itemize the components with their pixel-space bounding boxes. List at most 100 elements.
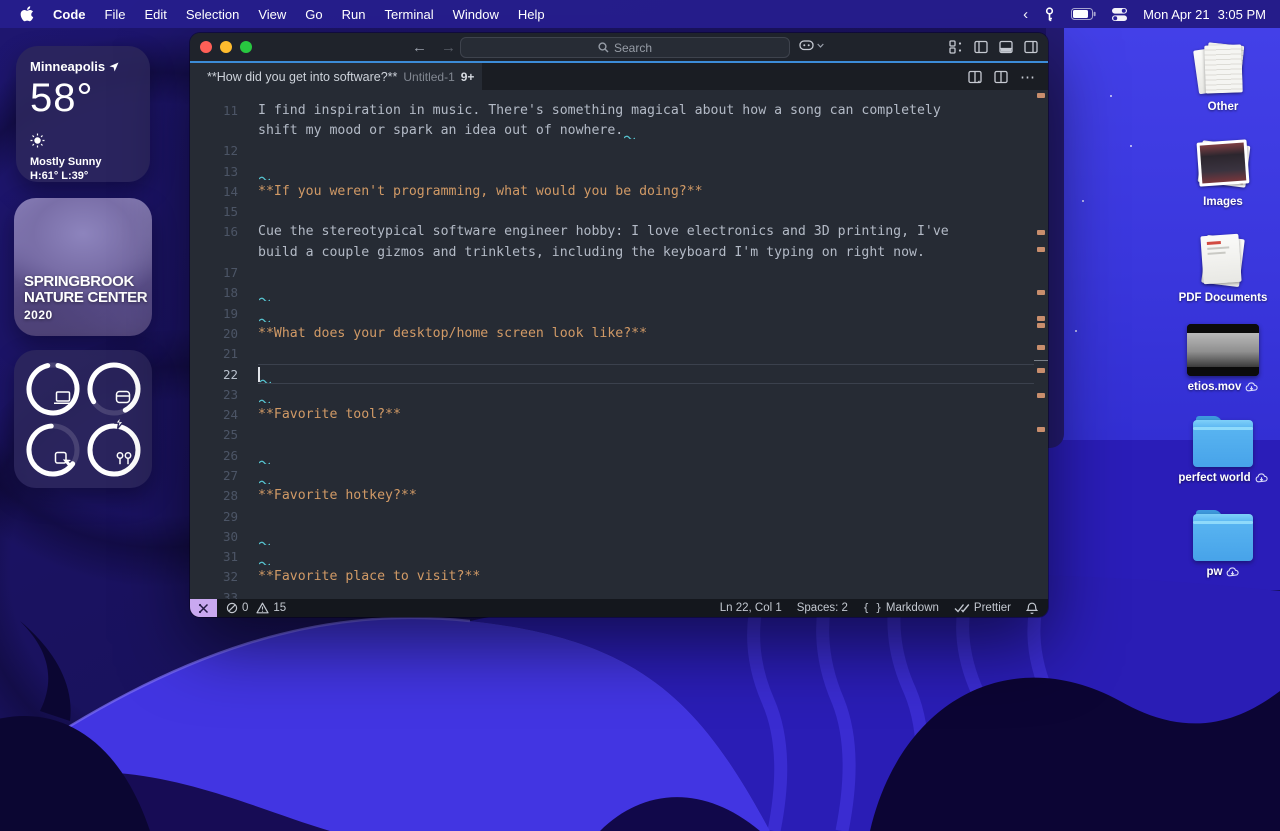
menu-bar: Code File Edit Selection View Go Run Ter… [0, 0, 1280, 28]
overview-ruler[interactable] [1034, 90, 1048, 599]
apple-menu-icon[interactable] [20, 6, 34, 22]
sun-icon [30, 133, 136, 153]
menu-run[interactable]: Run [342, 7, 366, 22]
customize-layout-icon[interactable] [949, 40, 963, 54]
menu-go[interactable]: Go [305, 7, 322, 22]
editor-row[interactable]: 13 [190, 161, 1034, 181]
copilot-button[interactable] [798, 38, 824, 53]
editor-row[interactable]: 25 [190, 425, 1034, 445]
desktop-folder-pw[interactable]: pw [1168, 514, 1278, 578]
problems-status[interactable]: 0 15 [226, 602, 286, 614]
menu-view[interactable]: View [258, 7, 286, 22]
editor-row[interactable]: shift my mood or spark an idea out of no… [190, 120, 1034, 140]
video-thumbnail-icon [1187, 324, 1259, 376]
tab-untitled-1[interactable]: **How did you get into software?** Untit… [190, 63, 482, 90]
editor-row[interactable]: 20**What does your desktop/home screen l… [190, 323, 1034, 343]
editor-row[interactable]: 15 [190, 201, 1034, 221]
editor-row[interactable]: 27 [190, 465, 1034, 485]
editor-row[interactable]: 26 [190, 445, 1034, 465]
battery-ring-macbook[interactable] [24, 360, 82, 418]
menu-window[interactable]: Window [453, 7, 499, 22]
warnings-icon [256, 602, 269, 614]
command-center-search[interactable]: Search [460, 37, 790, 58]
battery-ring-airpods[interactable] [85, 421, 143, 479]
navigate-forward-icon[interactable]: → [441, 39, 456, 56]
editor-row[interactable]: 12 [190, 141, 1034, 161]
menubar-date[interactable]: Mon Apr 21 [1143, 7, 1210, 22]
editor-row[interactable]: 14**If you weren't programming, what wou… [190, 181, 1034, 201]
ruler-warning-marker [1037, 368, 1045, 373]
editor-row[interactable]: build a couple gizmos and trinklets, inc… [190, 242, 1034, 262]
icloud-download-icon [1255, 473, 1268, 483]
menubar-collapse-icon[interactable]: ‹ [1023, 6, 1028, 23]
menu-edit[interactable]: Edit [144, 7, 166, 22]
editor-row[interactable]: 19 [190, 303, 1034, 323]
editor-row[interactable]: 21 [190, 344, 1034, 364]
password-key-icon[interactable] [1044, 7, 1055, 22]
icon-label: pw [1207, 566, 1223, 578]
split-editor-down-icon[interactable] [968, 70, 982, 84]
close-button[interactable] [200, 41, 212, 53]
batteries-widget[interactable] [14, 350, 152, 488]
battery-ring-airpods-case[interactable] [85, 360, 143, 418]
desktop-folder-perfect-world[interactable]: perfect world [1168, 420, 1278, 484]
toggle-panel-icon[interactable] [999, 40, 1013, 54]
wallpaper-star [1082, 200, 1084, 202]
editor-row[interactable]: 16Cue the stereotypical software enginee… [190, 222, 1034, 242]
editor-row[interactable]: 11 I find inspiration in music. There's s… [190, 100, 1034, 120]
navigate-back-icon[interactable]: ← [412, 39, 427, 56]
wallpaper-dark-strip [1046, 28, 1064, 448]
editor-row[interactable]: 31 [190, 547, 1034, 567]
battery-ring-trackpad[interactable] [24, 421, 82, 479]
editor-row[interactable]: 29 [190, 506, 1034, 526]
desktop-stack-pdf-documents[interactable]: PDF Documents [1168, 233, 1278, 304]
desktop-file-etios-mov[interactable]: etios.mov [1168, 324, 1278, 393]
icon-label: etios.mov [1188, 381, 1242, 393]
desktop-stack-images[interactable]: Images [1168, 137, 1278, 208]
formatter-status[interactable]: Prettier [954, 602, 1011, 614]
line-number: 11 [190, 103, 238, 118]
battery-icon[interactable] [1071, 8, 1096, 20]
editor-row[interactable]: 22 [190, 364, 1034, 384]
remote-indicator[interactable] [190, 599, 217, 617]
editor-row[interactable]: 33 [190, 587, 1034, 599]
markdown-bold-line: **Favorite hotkey?** [258, 486, 1034, 506]
minimize-button[interactable] [220, 41, 232, 53]
menu-selection[interactable]: Selection [186, 7, 239, 22]
weather-widget[interactable]: Minneapolis 58° Mostly Sunny H:61° L:39° [16, 46, 150, 182]
cursor-position-status[interactable]: Ln 22, Col 1 [720, 602, 782, 614]
menubar-clock[interactable]: 3:05 PM [1218, 7, 1266, 22]
editor-lines: 11 I find inspiration in music. There's s… [190, 100, 1034, 599]
photos-widget[interactable]: SPRINGBROOK NATURE CENTER 2020 [14, 198, 152, 336]
indentation-status[interactable]: Spaces: 2 [797, 602, 848, 614]
editor-area[interactable]: 11 I find inspiration in music. There's s… [190, 90, 1048, 599]
language-mode-status[interactable]: { }Markdown [863, 602, 939, 614]
toggle-secondary-sidebar-icon[interactable] [1024, 40, 1038, 54]
menu-help[interactable]: Help [518, 7, 545, 22]
split-editor-icon[interactable] [994, 70, 1008, 84]
maximize-button[interactable] [240, 41, 252, 53]
chevron-down-icon [817, 43, 824, 48]
braces-icon: { } [863, 602, 882, 614]
toggle-primary-sidebar-icon[interactable] [974, 40, 988, 54]
editor-row[interactable]: 32**Favorite place to visit?** [190, 567, 1034, 587]
desktop-stack-other[interactable]: Other [1168, 42, 1278, 113]
editor-row[interactable]: 30 [190, 526, 1034, 546]
code-line [258, 303, 1034, 323]
more-actions-icon[interactable]: ⋯ [1020, 68, 1036, 86]
code-line: I find inspiration in music. There's som… [258, 100, 1034, 120]
line-number: 32 [190, 569, 238, 584]
editor-row[interactable]: 28**Favorite hotkey?** [190, 486, 1034, 506]
notifications-bell-icon[interactable] [1026, 602, 1038, 615]
menu-file[interactable]: File [105, 7, 126, 22]
editor-row[interactable]: 17 [190, 262, 1034, 282]
errors-icon [226, 602, 238, 614]
ruler-warning-marker [1037, 93, 1045, 98]
icloud-download-icon [1245, 382, 1258, 392]
menu-terminal[interactable]: Terminal [385, 7, 434, 22]
control-center-icon[interactable] [1112, 8, 1127, 21]
editor-row[interactable]: 23 [190, 384, 1034, 404]
menu-app-name[interactable]: Code [53, 7, 86, 22]
editor-row[interactable]: 24**Favorite tool?** [190, 404, 1034, 424]
editor-row[interactable]: 18 [190, 283, 1034, 303]
